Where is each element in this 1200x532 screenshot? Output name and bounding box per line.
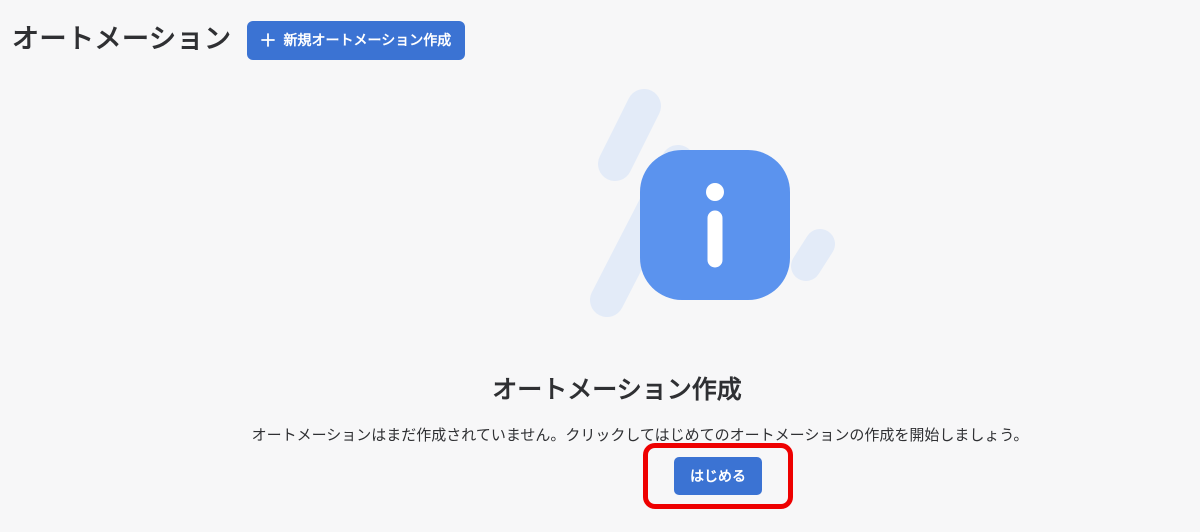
- new-automation-button[interactable]: 新規オートメーション作成: [247, 20, 466, 60]
- plus-icon: [261, 33, 276, 47]
- empty-state-title: オートメーション作成: [492, 375, 742, 404]
- highlight-box: はじめる: [643, 443, 793, 509]
- new-automation-button-label: 新規オートメーション作成: [283, 33, 452, 49]
- automation-page: オートメーション 新規オートメーション作成 オートメーション作成 オートメーショ…: [0, 0, 1200, 532]
- info-illustration: [590, 89, 835, 317]
- start-button[interactable]: はじめる: [674, 457, 762, 495]
- page-title: オートメーション: [12, 24, 232, 55]
- empty-state-description: オートメーションはまだ作成されていません。クリックしてはじめてのオートメーション…: [251, 426, 1029, 444]
- info-icon: [640, 150, 790, 300]
- page-header: オートメーション 新規オートメーション作成: [12, 20, 466, 60]
